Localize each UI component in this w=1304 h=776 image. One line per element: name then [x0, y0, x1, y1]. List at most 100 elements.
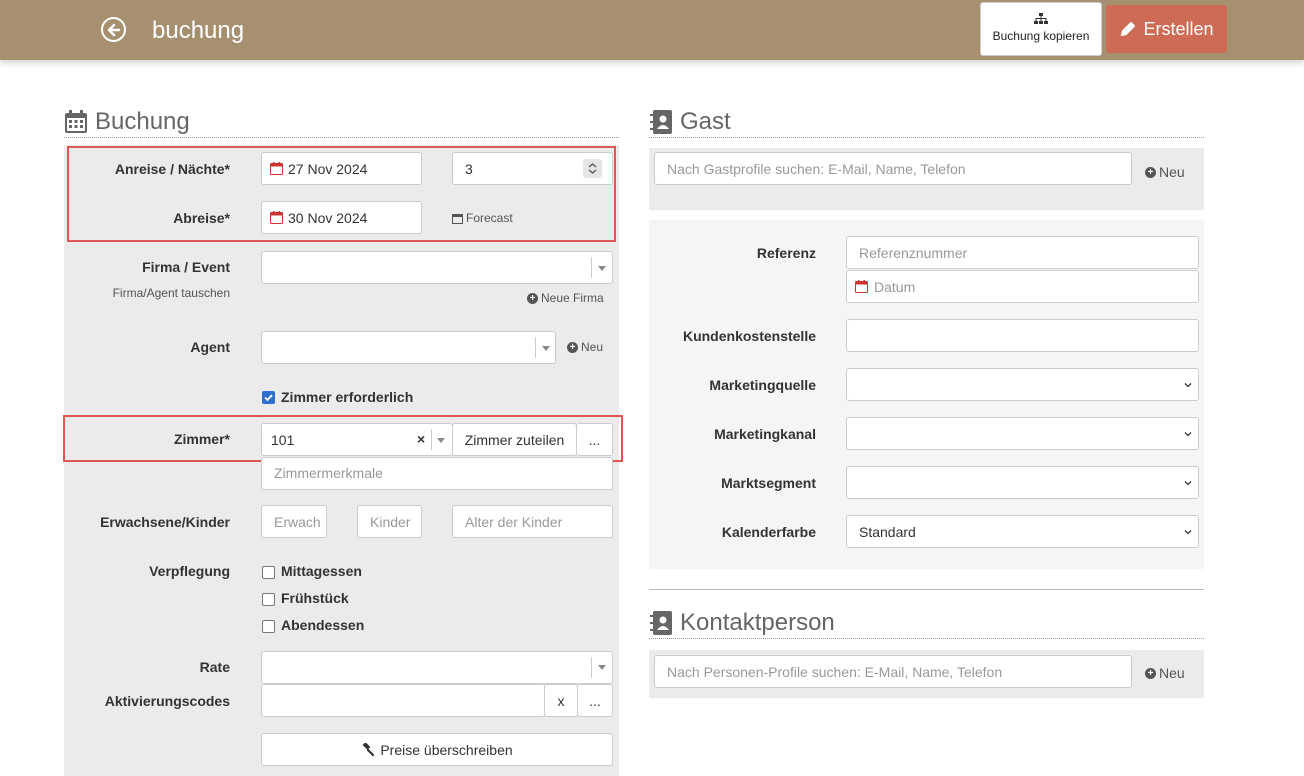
agent-label: Agent [190, 339, 230, 355]
create-button[interactable]: Erstellen [1106, 5, 1227, 53]
new-company-link[interactable]: + Neue Firma [527, 291, 604, 305]
activation-codes-input[interactable] [261, 684, 545, 717]
arrival-date-input[interactable]: 27 Nov 2024 [261, 152, 422, 185]
forecast-label: Forecast [466, 211, 513, 225]
market-segment-select[interactable] [846, 466, 1199, 499]
chevron-down-icon [437, 438, 445, 443]
reference-date-input[interactable]: Datum [846, 270, 1199, 303]
cost-center-input[interactable] [846, 319, 1199, 352]
activation-codes-label: Aktivierungscodes [104, 693, 230, 709]
gavel-icon [362, 742, 375, 756]
room-required-checkbox[interactable] [262, 391, 275, 404]
children-age-input[interactable]: Alter der Kinder [452, 505, 613, 538]
breakfast-checkbox[interactable] [262, 593, 275, 606]
new-agent-label: Neu [581, 340, 604, 354]
departure-date-value: 30 Nov 2024 [288, 209, 368, 226]
calendar-icon [65, 110, 87, 133]
children-input[interactable]: Kinder [357, 505, 422, 538]
guest-search-input[interactable]: Nach Gastprofile suchen: E-Mail, Name, T… [654, 152, 1132, 185]
room-more-button[interactable]: ... [576, 423, 613, 456]
create-label: Erstellen [1143, 18, 1214, 39]
sitemap-icon [1034, 13, 1048, 24]
calendar-icon [270, 162, 283, 175]
room-features-placeholder: Zimmermerkmale [274, 465, 383, 481]
children-placeholder: Kinder [370, 513, 411, 530]
rate-select[interactable] [261, 651, 613, 684]
plus-circle-icon: + [1145, 667, 1156, 679]
reference-label: Referenz [756, 245, 816, 261]
room-required-label: Zimmer erforderlich [281, 389, 414, 405]
new-guest-link[interactable]: + Neu [1145, 164, 1185, 180]
room-features-input[interactable]: Zimmermerkmale [261, 457, 613, 490]
breakfast-label: Frühstück [281, 590, 349, 606]
board-label: Verpflegung [149, 563, 230, 579]
calendar-color-select[interactable]: Standard [846, 515, 1199, 548]
room-value: 101 [271, 431, 295, 448]
chevron-down-icon [542, 346, 550, 351]
contact-title: Kontaktperson [680, 609, 835, 636]
marketing-channel-select[interactable] [846, 417, 1199, 450]
dinner-checkbox[interactable] [262, 620, 275, 633]
reference-input[interactable]: Referenznummer [846, 236, 1199, 269]
dinner-label: Abendessen [281, 617, 365, 633]
address-book-icon [650, 611, 672, 635]
company-select[interactable] [261, 251, 613, 284]
plus-circle-icon: + [1145, 166, 1156, 178]
lunch-checkbox[interactable] [262, 566, 275, 579]
new-agent-link[interactable]: + Neu [567, 340, 603, 354]
divider [535, 337, 536, 358]
adults-placeholder: Erwach [274, 513, 321, 530]
arrival-label: Anreise / Nächte* [114, 161, 230, 177]
clear-room-icon[interactable]: × [417, 431, 425, 447]
new-contact-label: Neu [1159, 665, 1185, 681]
reference-placeholder: Referenznummer [859, 244, 968, 261]
room-label: Zimmer* [173, 431, 230, 447]
new-contact-link[interactable]: + Neu [1145, 665, 1185, 681]
forecast-link[interactable]: Forecast [452, 211, 513, 225]
new-company-label: Neue Firma [541, 291, 604, 305]
back-icon[interactable] [101, 17, 126, 42]
guest-heading: Gast [649, 108, 1204, 138]
chevron-down-icon [598, 266, 606, 271]
rate-label: Rate [199, 659, 230, 675]
departure-date-input[interactable]: 30 Nov 2024 [261, 201, 422, 234]
swap-company-link[interactable]: Firma/Agent tauschen [64, 286, 230, 300]
page-title: buchung [152, 17, 245, 44]
adults-children-label: Erwachsene/Kinder [100, 514, 230, 530]
address-book-icon [650, 110, 672, 134]
guest-search-placeholder: Nach Gastprofile suchen: E-Mail, Name, T… [667, 160, 966, 177]
divider [431, 429, 432, 450]
company-label: Firma / Event [142, 259, 230, 275]
chevron-down-icon [598, 665, 606, 670]
buchung-title: Buchung [95, 108, 190, 135]
market-segment-label: Marktsegment [721, 475, 816, 491]
pen-icon [1121, 22, 1136, 36]
calendar-icon [270, 211, 283, 224]
arrival-date-value: 27 Nov 2024 [288, 160, 368, 177]
buchung-heading: Buchung [64, 108, 619, 138]
chevron-down-icon [1184, 432, 1192, 437]
assign-room-button[interactable]: Zimmer zuteilen [452, 423, 577, 456]
copy-booking-button[interactable]: Buchung kopieren [980, 2, 1102, 56]
agent-select[interactable] [261, 331, 556, 364]
divider [591, 657, 592, 678]
divider [649, 589, 1204, 590]
calendar-color-label: Kalenderfarbe [721, 524, 816, 540]
nights-stepper[interactable] [583, 159, 602, 178]
cost-center-label: Kundenkostenstelle [682, 328, 816, 344]
clear-activation-button[interactable]: x [544, 684, 578, 717]
divider [591, 257, 592, 278]
calendar-icon [855, 280, 868, 293]
marketing-source-label: Marketingquelle [709, 377, 816, 393]
contact-search-input[interactable]: Nach Personen-Profile suchen: E-Mail, Na… [654, 655, 1132, 688]
marketing-source-select[interactable] [846, 368, 1199, 401]
assign-room-label: Zimmer zuteilen [464, 431, 565, 448]
nights-value: 3 [465, 160, 473, 177]
calendar-icon [452, 213, 463, 224]
clear-activation-label: x [557, 692, 565, 709]
plus-circle-icon: + [527, 292, 538, 304]
activation-more-button[interactable]: ... [577, 684, 613, 717]
override-prices-button[interactable]: Preise überschreiben [261, 733, 613, 766]
adults-input[interactable]: Erwach [261, 505, 327, 538]
reference-date-placeholder: Datum [874, 278, 916, 295]
